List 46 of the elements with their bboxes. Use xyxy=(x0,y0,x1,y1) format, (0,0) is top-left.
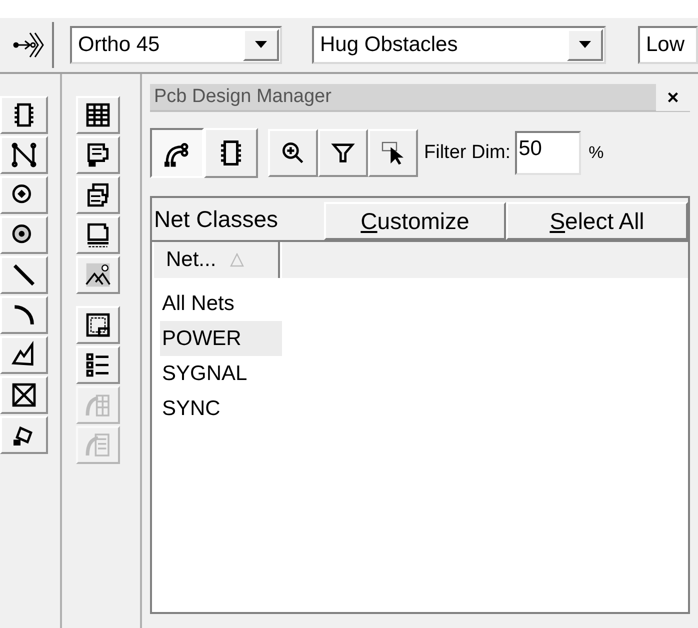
tool-button[interactable] xyxy=(76,216,120,254)
tool-button[interactable] xyxy=(0,96,48,134)
obstacle-mode-combo[interactable]: Hug Obstacles xyxy=(312,26,606,64)
table-icon xyxy=(84,101,112,129)
tool-button[interactable] xyxy=(0,216,48,254)
select-button[interactable] xyxy=(368,129,418,177)
filter-dim-field[interactable]: 50 xyxy=(514,131,581,175)
tab[interactable]: Select All xyxy=(506,202,688,240)
filter-dim-label: Filter Dim: xyxy=(424,140,511,165)
tool-button[interactable] xyxy=(0,176,48,214)
percent-label: % xyxy=(588,142,604,164)
tool-button[interactable] xyxy=(76,136,120,174)
zoom-button[interactable] xyxy=(268,129,318,177)
tool-button[interactable] xyxy=(0,256,48,294)
zigzag-line-icon xyxy=(10,141,38,169)
route-mode-combo[interactable]: Ortho 45 xyxy=(70,26,282,64)
tool-button[interactable] xyxy=(76,306,120,344)
board-outline-icon xyxy=(84,311,112,339)
tool-button[interactable] xyxy=(76,96,120,134)
close-button[interactable]: × xyxy=(656,83,690,111)
dropdown-button[interactable] xyxy=(567,29,603,61)
cross-box-icon xyxy=(10,381,38,409)
arrow-documents-icon xyxy=(84,431,112,459)
tool-button[interactable] xyxy=(0,296,48,334)
combo-value: Hug Obstacles xyxy=(319,32,459,58)
panel-title: Pcb Design Manager xyxy=(153,84,332,109)
tool-button[interactable] xyxy=(76,256,120,294)
tab[interactable]: Customize xyxy=(324,202,506,240)
third-combo[interactable]: Low xyxy=(638,26,698,64)
dropdown-arrow-icon xyxy=(579,41,591,49)
tool-button[interactable] xyxy=(0,376,48,414)
view-button[interactable] xyxy=(150,128,204,178)
tool-button[interactable] xyxy=(0,136,48,174)
tool-button[interactable] xyxy=(0,416,48,454)
mountain-image-icon xyxy=(84,261,112,289)
tool-button[interactable] xyxy=(76,346,120,384)
dropdown-arrow-icon xyxy=(255,41,267,49)
combo-value: Ortho 45 xyxy=(77,32,161,58)
dropdown-button[interactable] xyxy=(243,29,279,61)
filter-button[interactable] xyxy=(318,129,368,177)
combo-value: Low xyxy=(645,32,686,58)
column-header[interactable]: Net... xyxy=(152,242,280,278)
net-list-item[interactable]: POWER xyxy=(160,321,282,356)
tool-button[interactable] xyxy=(0,336,48,374)
sort-ascending-icon xyxy=(230,253,244,267)
tool-button[interactable] xyxy=(76,176,120,214)
